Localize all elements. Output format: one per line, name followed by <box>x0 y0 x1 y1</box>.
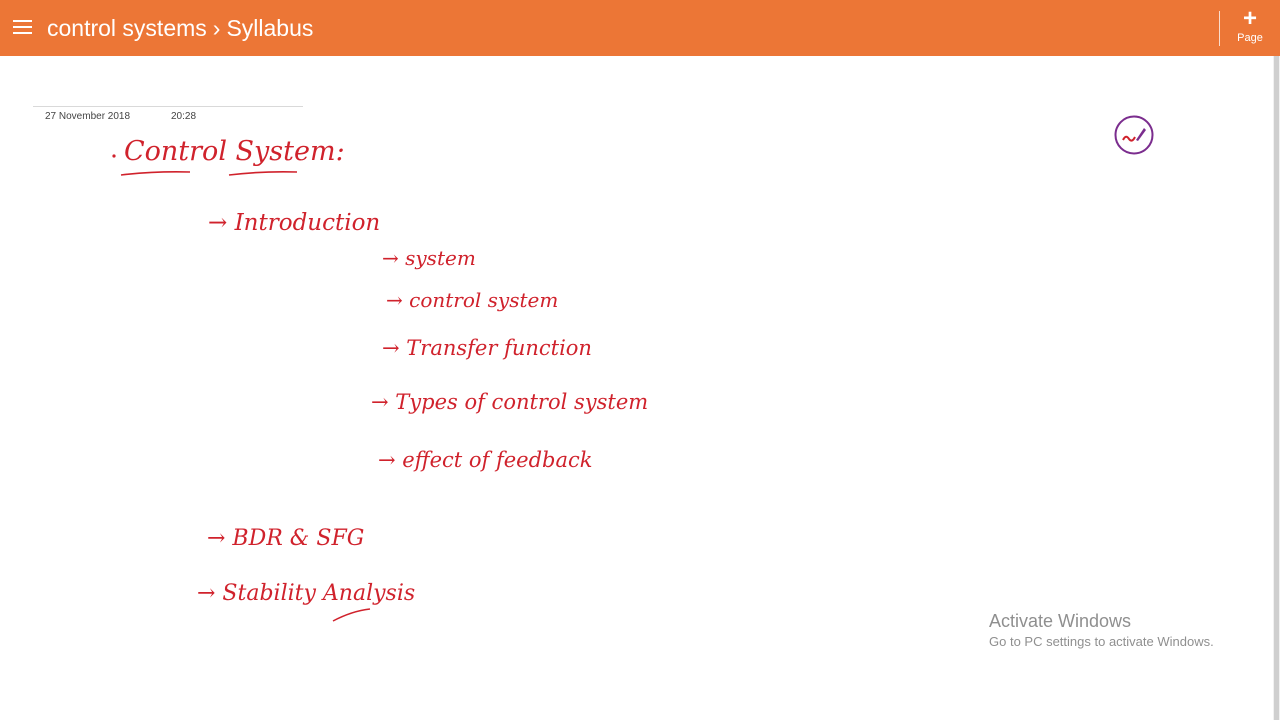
hamburger-menu-icon[interactable] <box>13 17 33 37</box>
note-item: → system <box>382 246 476 270</box>
ink-stroke <box>332 608 371 622</box>
note-item: → control system <box>386 288 558 312</box>
note-item: → Stability Analysis <box>197 581 415 606</box>
scrollbar-thumb[interactable] <box>1274 56 1279 720</box>
watermark-title: Activate Windows <box>989 611 1132 631</box>
note-item: → BDR & SFG <box>207 526 364 551</box>
breadcrumb: control systems › Syllabus <box>47 14 313 42</box>
title-underline-2 <box>228 171 298 176</box>
note-item: → Types of control system <box>371 390 648 414</box>
watermark-subtitle: Go to PC settings to activate Windows. <box>989 634 1214 649</box>
app-header: control systems › Syllabus + Page <box>0 0 1280 56</box>
breadcrumb-separator: › <box>212 15 221 41</box>
vertical-scrollbar[interactable] <box>1273 56 1280 720</box>
plus-icon: + <box>1242 5 1257 32</box>
note-item: → effect of feedback <box>378 448 593 472</box>
ink-dot <box>112 154 116 158</box>
header-divider <box>1219 11 1220 46</box>
note-title: Control System: <box>124 136 345 167</box>
note-item: → Introduction <box>208 210 380 236</box>
add-page-label: Page <box>1237 32 1263 44</box>
page-title[interactable]: Syllabus <box>226 15 313 41</box>
ink-canvas[interactable]: Control System: → Introduction → system … <box>0 56 1270 656</box>
breadcrumb-notebook[interactable]: control systems <box>47 15 207 41</box>
activate-windows-watermark: Activate Windows Go to PC settings to ac… <box>989 610 1214 650</box>
add-page-button[interactable]: + Page <box>1226 5 1274 48</box>
pen-icon[interactable] <box>1114 115 1154 155</box>
title-underline-1 <box>120 171 191 176</box>
note-item: → Transfer function <box>382 336 592 360</box>
